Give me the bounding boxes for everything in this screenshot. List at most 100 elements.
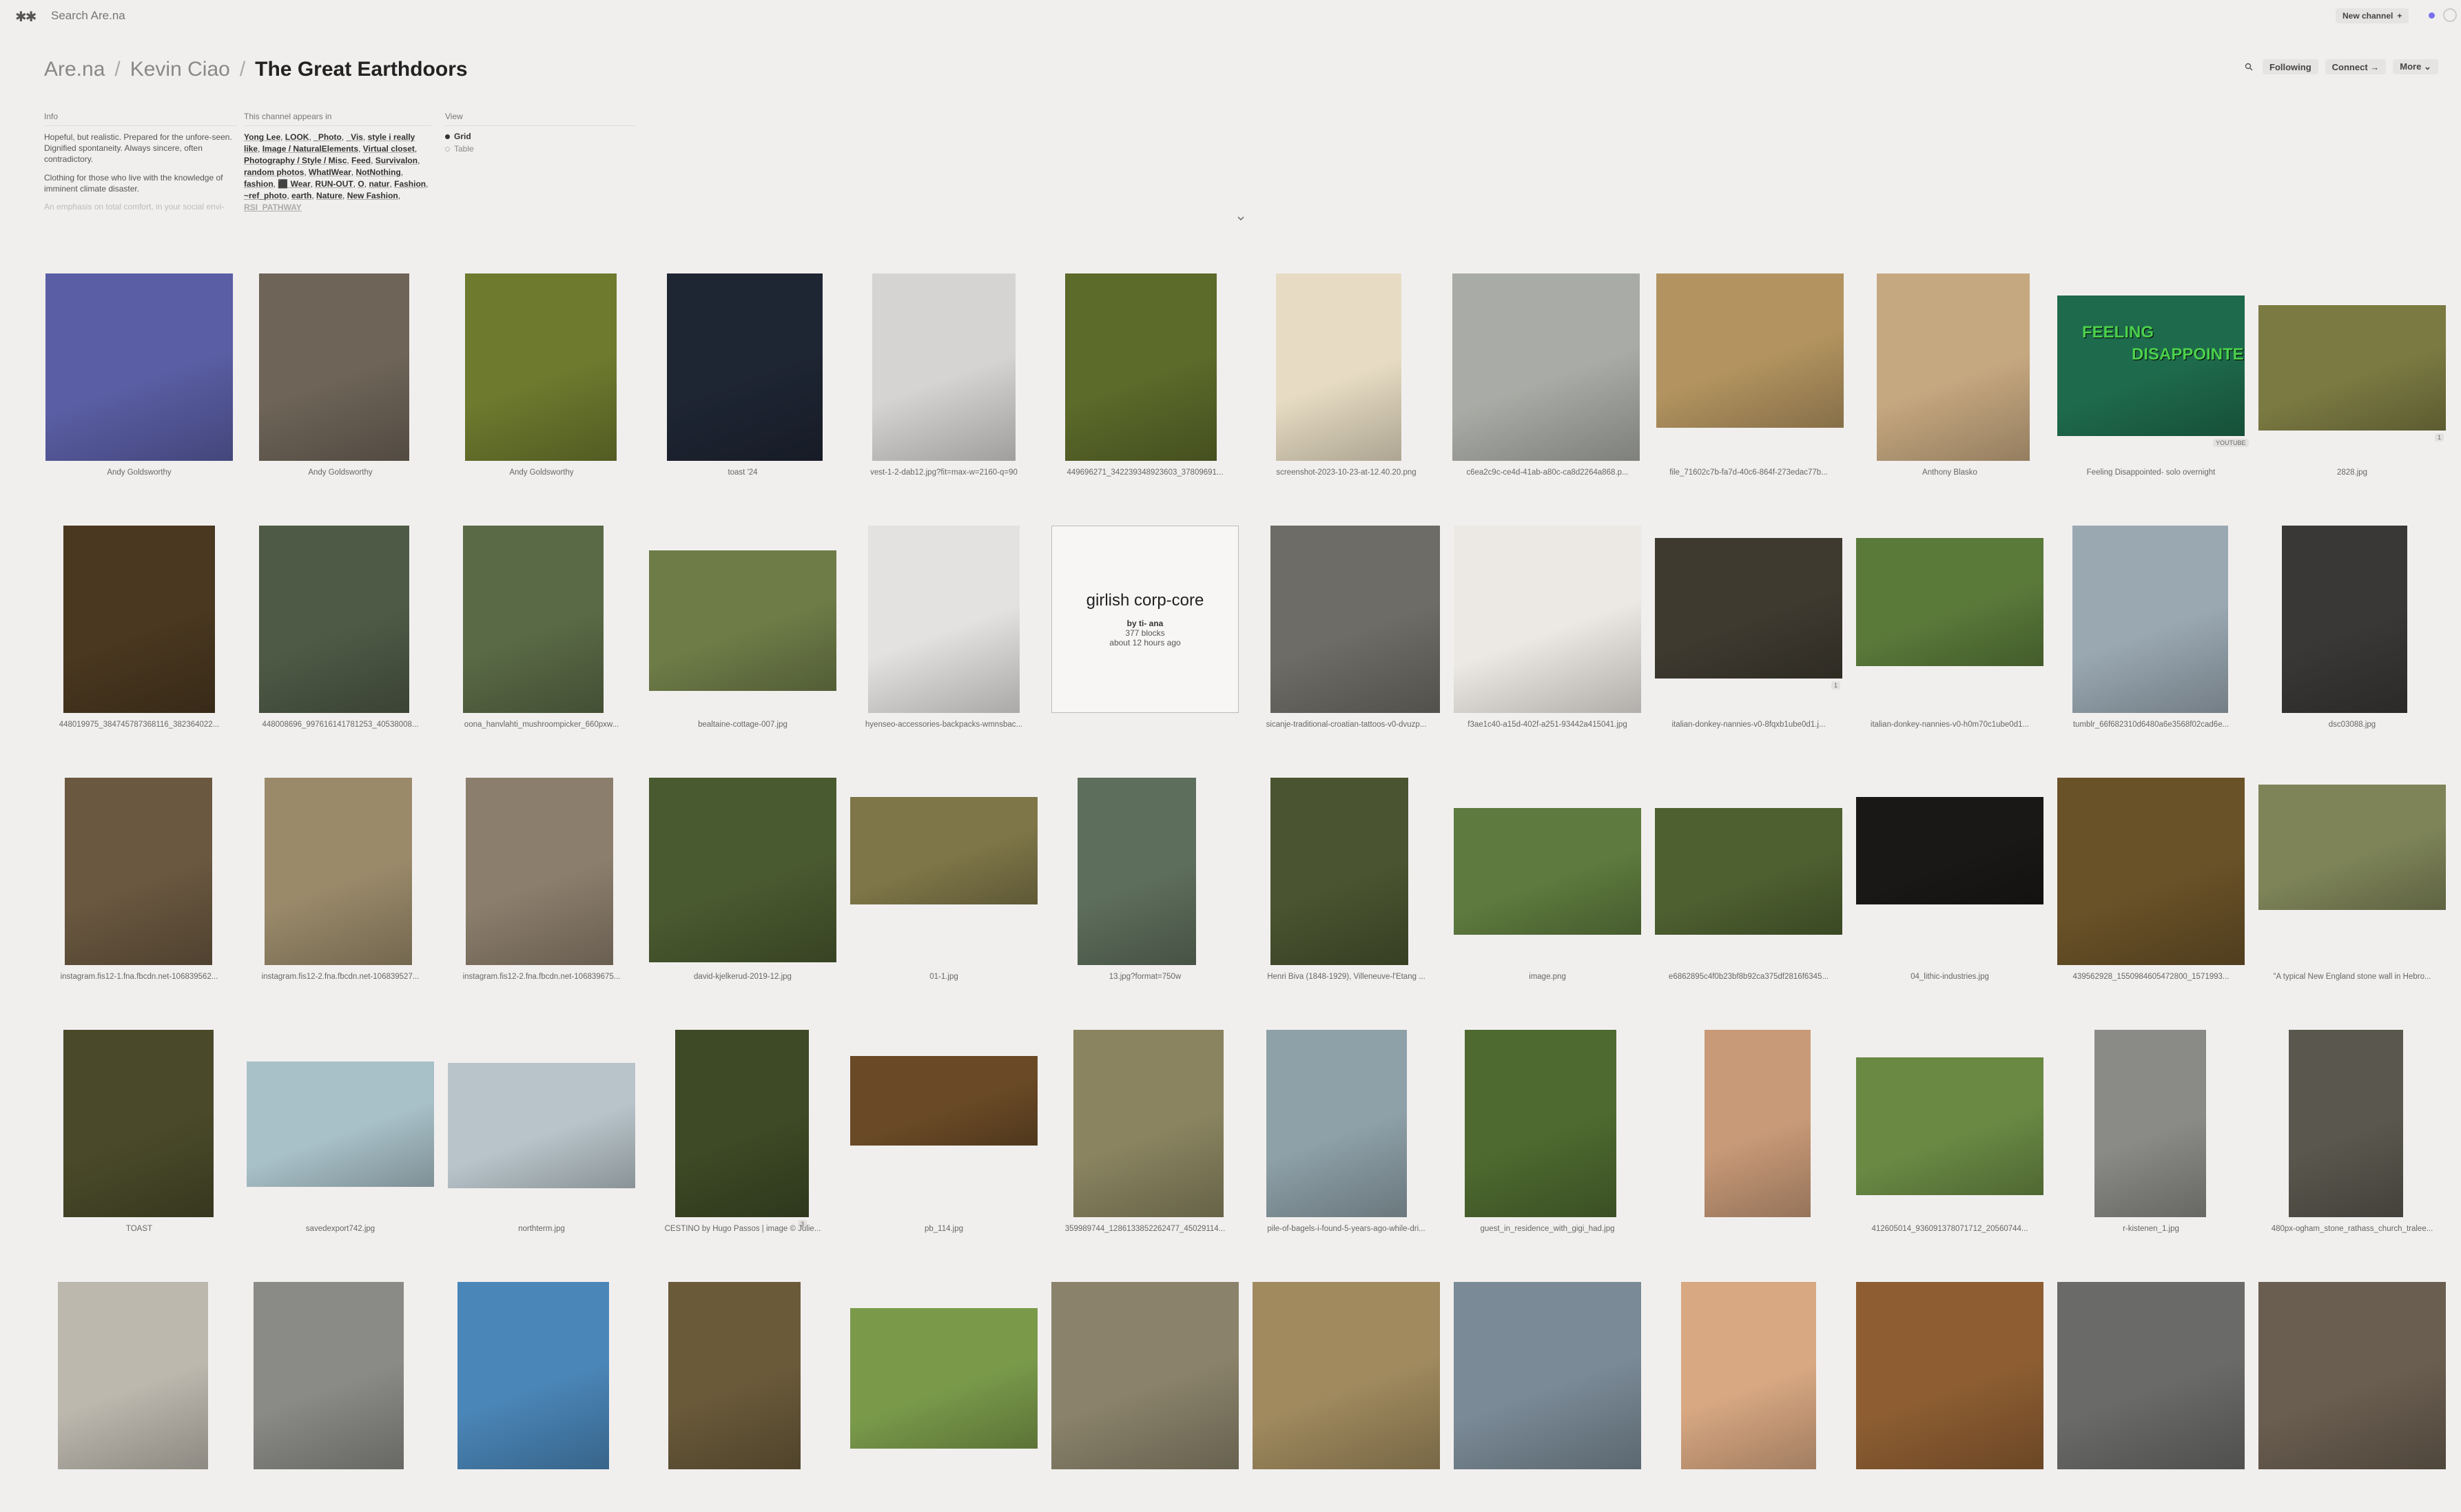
block-image[interactable] [649, 550, 836, 691]
more-button[interactable]: More ⌄ [2393, 59, 2438, 74]
appears-in-channel-link[interactable]: Feed [351, 156, 371, 165]
channel-block-card[interactable]: girlish corp-core by ti- ana 377 blocks abo… [1051, 526, 1239, 713]
block-image[interactable] [2282, 526, 2407, 713]
block-image[interactable] [1454, 526, 1641, 713]
block-cell[interactable] [2050, 1260, 2252, 1512]
appears-in-channel-link[interactable]: RUN-OUT [315, 179, 353, 189]
block-image[interactable] [63, 526, 215, 713]
block-image[interactable] [1856, 1057, 2043, 1195]
block-cell[interactable]: image.png [1447, 756, 1648, 1008]
block-image[interactable] [2258, 305, 2446, 431]
block-cell[interactable]: oona_hanvlahti_mushroompicker_660pxw... [441, 504, 642, 756]
block-image[interactable] [1276, 273, 1401, 461]
appears-in-channel-link[interactable]: New Fashion [347, 191, 398, 200]
search-icon[interactable] [2242, 60, 2256, 74]
block-cell[interactable]: 439562928_1550984605472800_1571993... [2050, 756, 2252, 1008]
appears-in-channel-link[interactable]: Image / NaturalElements [262, 144, 358, 154]
block-cell[interactable]: TOAST [39, 1008, 240, 1260]
block-image[interactable] [465, 273, 617, 461]
block-cell[interactable]: FEELING DISAPPOINTED YOUTUBE Feeling Disapp… [2050, 251, 2252, 504]
appears-in-channel-link[interactable]: NotNothing [356, 167, 400, 177]
appears-in-channel-link[interactable]: _Photo [313, 132, 342, 142]
block-image[interactable] [1051, 1282, 1239, 1469]
block-image[interactable] [1073, 1030, 1224, 1217]
block-image[interactable]: FEELING DISAPPOINTED [2057, 296, 2245, 436]
block-cell[interactable] [1246, 1260, 1447, 1512]
block-image[interactable] [675, 1030, 809, 1217]
block-image[interactable] [448, 1063, 635, 1188]
block-image[interactable] [850, 797, 1038, 904]
block-image[interactable] [1454, 1282, 1641, 1469]
appears-in-channel-link[interactable]: natur [369, 179, 389, 189]
appears-in-channel-link[interactable]: ⬛ Wear [278, 179, 310, 189]
block-image[interactable] [868, 526, 1020, 713]
block-image[interactable] [850, 1056, 1038, 1146]
block-cell[interactable]: file_71602c7b-fa7d-40c6-864f-273edac77b.… [1648, 251, 1849, 504]
block-cell[interactable]: Andy Goldsworthy [441, 251, 642, 504]
block-image[interactable] [259, 526, 409, 713]
block-cell[interactable]: pile-of-bagels-i-found-5-years-ago-while… [1246, 1008, 1447, 1260]
block-image[interactable] [247, 1061, 434, 1187]
block-image[interactable] [457, 1282, 609, 1469]
block-cell[interactable]: vest-1-2-dab12.jpg?fit=max-w=2160-q=90 [843, 251, 1044, 504]
block-cell[interactable]: instagram.fis12-2.fna.fbcdn.net-10683952… [240, 756, 441, 1008]
breadcrumb-user[interactable]: Kevin Ciao [130, 58, 230, 81]
block-image[interactable] [463, 526, 604, 713]
block-cell[interactable]: 480px-ogham_stone_rathass_church_tralee.… [2252, 1008, 2453, 1260]
block-image[interactable] [1454, 808, 1641, 935]
block-image[interactable] [1270, 526, 1440, 713]
appears-in-channel-link[interactable]: Survivalon [375, 156, 418, 165]
block-cell[interactable]: instagram.fis12-1.fna.fbcdn.net-10683956… [39, 756, 240, 1008]
block-image[interactable] [872, 273, 1016, 461]
block-cell[interactable]: 1 italian-donkey-nannies-v0-8fqxb1ube0d1.… [1648, 504, 1849, 756]
appears-in-channel-link[interactable]: Photography / Style / Misc [244, 156, 347, 165]
block-image[interactable] [1270, 778, 1408, 965]
block-image[interactable] [1266, 1030, 1407, 1217]
breadcrumb-site[interactable]: Are.na [44, 58, 105, 81]
block-cell[interactable]: tumblr_66f682310d6480a6e3568f02cad6e... [2050, 504, 2252, 756]
avatar[interactable] [2443, 8, 2457, 22]
appears-in-channel-link[interactable]: LOOK [285, 132, 309, 142]
block-image[interactable] [2258, 1282, 2446, 1469]
block-image[interactable] [1681, 1282, 1816, 1469]
block-cell[interactable]: 448019975_384745787368116_382364022... [39, 504, 240, 756]
appears-in-channel-link[interactable]: earth [291, 191, 311, 200]
block-cell[interactable]: Andy Goldsworthy [39, 251, 240, 504]
block-cell[interactable]: 3 CESTINO by Hugo Passos | image © Julie.… [642, 1008, 843, 1260]
block-image[interactable] [2057, 778, 2245, 965]
block-image[interactable] [265, 778, 412, 965]
block-image[interactable] [668, 1282, 801, 1469]
block-image[interactable] [63, 1030, 214, 1217]
block-cell[interactable]: toast '24 [642, 251, 843, 504]
block-cell[interactable] [1648, 1008, 1849, 1260]
block-image[interactable] [2258, 785, 2446, 910]
appears-in-channel-link[interactable]: _Vis [346, 132, 362, 142]
block-cell[interactable]: pb_114.jpg [843, 1008, 1044, 1260]
block-image[interactable] [2094, 1030, 2206, 1217]
notification-dot-icon[interactable] [2429, 12, 2435, 19]
block-image[interactable] [1078, 778, 1196, 965]
block-image[interactable] [850, 1308, 1038, 1449]
appears-in-channel-link[interactable]: fashion [244, 179, 274, 189]
block-cell[interactable] [843, 1260, 1044, 1512]
appears-in-channel-link[interactable]: random photos [244, 167, 304, 177]
block-cell[interactable]: guest_in_residence_with_gigi_had.jpg [1447, 1008, 1648, 1260]
block-cell[interactable]: 04_lithic-industries.jpg [1849, 756, 2050, 1008]
block-image[interactable] [1705, 1030, 1811, 1217]
view-option-grid[interactable]: Grid [445, 132, 635, 141]
block-cell[interactable] [642, 1260, 843, 1512]
block-cell[interactable]: girlish corp-core by ti- ana 377 blocks abo… [1044, 504, 1246, 756]
block-image[interactable] [259, 273, 409, 461]
block-image[interactable] [2289, 1030, 2403, 1217]
block-image[interactable] [1856, 1282, 2043, 1469]
block-cell[interactable]: 449696271_342239348923603_37809691... [1044, 251, 1246, 504]
appears-in-channel-link[interactable]: O [358, 179, 364, 189]
following-button[interactable]: Following [2263, 59, 2318, 74]
block-cell[interactable]: "A typical New England stone wall in Heb… [2252, 756, 2453, 1008]
block-cell[interactable] [1447, 1260, 1648, 1512]
block-cell[interactable]: david-kjelkerud-2019-12.jpg [642, 756, 843, 1008]
arena-logo[interactable]: ✱✱ [15, 8, 37, 25]
block-image[interactable] [1877, 273, 2030, 461]
block-cell[interactable] [441, 1260, 642, 1512]
appears-in-channel-link[interactable]: Fashion [394, 179, 426, 189]
